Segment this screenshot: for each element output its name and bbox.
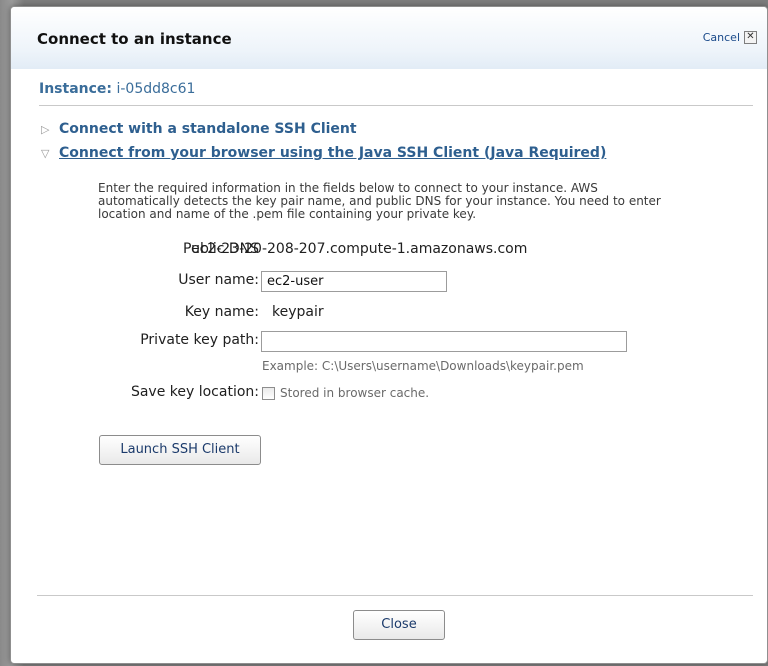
dialog-header: Connect to an instance Cancel ✕ xyxy=(11,7,767,69)
save-key-checkbox-label[interactable]: Stored in browser cache. xyxy=(280,386,429,400)
triangle-right-icon[interactable]: ▷ xyxy=(41,123,53,136)
private-key-path-label: Private key path: xyxy=(140,332,259,348)
private-key-example: Example: C:\Users\username\Downloads\key… xyxy=(262,359,584,373)
section-standalone-ssh-label[interactable]: Connect with a standalone SSH Client xyxy=(59,121,357,137)
dialog-title: Connect to an instance xyxy=(37,30,232,48)
user-name-label: User name: xyxy=(178,272,259,288)
user-name-input[interactable] xyxy=(261,271,447,292)
connect-dialog: Connect to an instance Cancel ✕ Instance… xyxy=(10,6,768,664)
save-key-location-label: Save key location: xyxy=(130,384,259,400)
public-dns-value: ec2-23-20-208-207.compute-1.amazonaws.co… xyxy=(191,241,528,257)
footer-divider xyxy=(37,595,753,596)
cancel-label[interactable]: Cancel xyxy=(703,31,740,44)
triangle-down-icon[interactable]: ▽ xyxy=(41,147,53,160)
save-key-checkbox[interactable] xyxy=(262,387,275,400)
private-key-path-input[interactable] xyxy=(261,331,627,352)
close-button[interactable]: Close xyxy=(353,610,445,640)
section-java-ssh-label[interactable]: Connect from your browser using the Java… xyxy=(59,145,606,161)
divider xyxy=(39,105,753,106)
instructions-text: Enter the required information in the fi… xyxy=(98,181,661,221)
launch-ssh-client-button[interactable]: Launch SSH Client xyxy=(99,435,261,465)
instance-label: Instance: xyxy=(39,81,113,97)
key-name-label: Key name: xyxy=(184,304,259,320)
key-name-value: keypair xyxy=(272,304,324,320)
section-java-ssh[interactable]: ▽ Connect from your browser using the Ja… xyxy=(41,145,606,161)
cancel-link[interactable]: Cancel ✕ xyxy=(703,31,757,44)
section-standalone-ssh[interactable]: ▷ Connect with a standalone SSH Client xyxy=(41,121,357,137)
instance-heading: Instance: i-05dd8c61 xyxy=(39,81,195,97)
instance-id: i-05dd8c61 xyxy=(116,81,196,97)
close-icon[interactable]: ✕ xyxy=(744,31,757,44)
